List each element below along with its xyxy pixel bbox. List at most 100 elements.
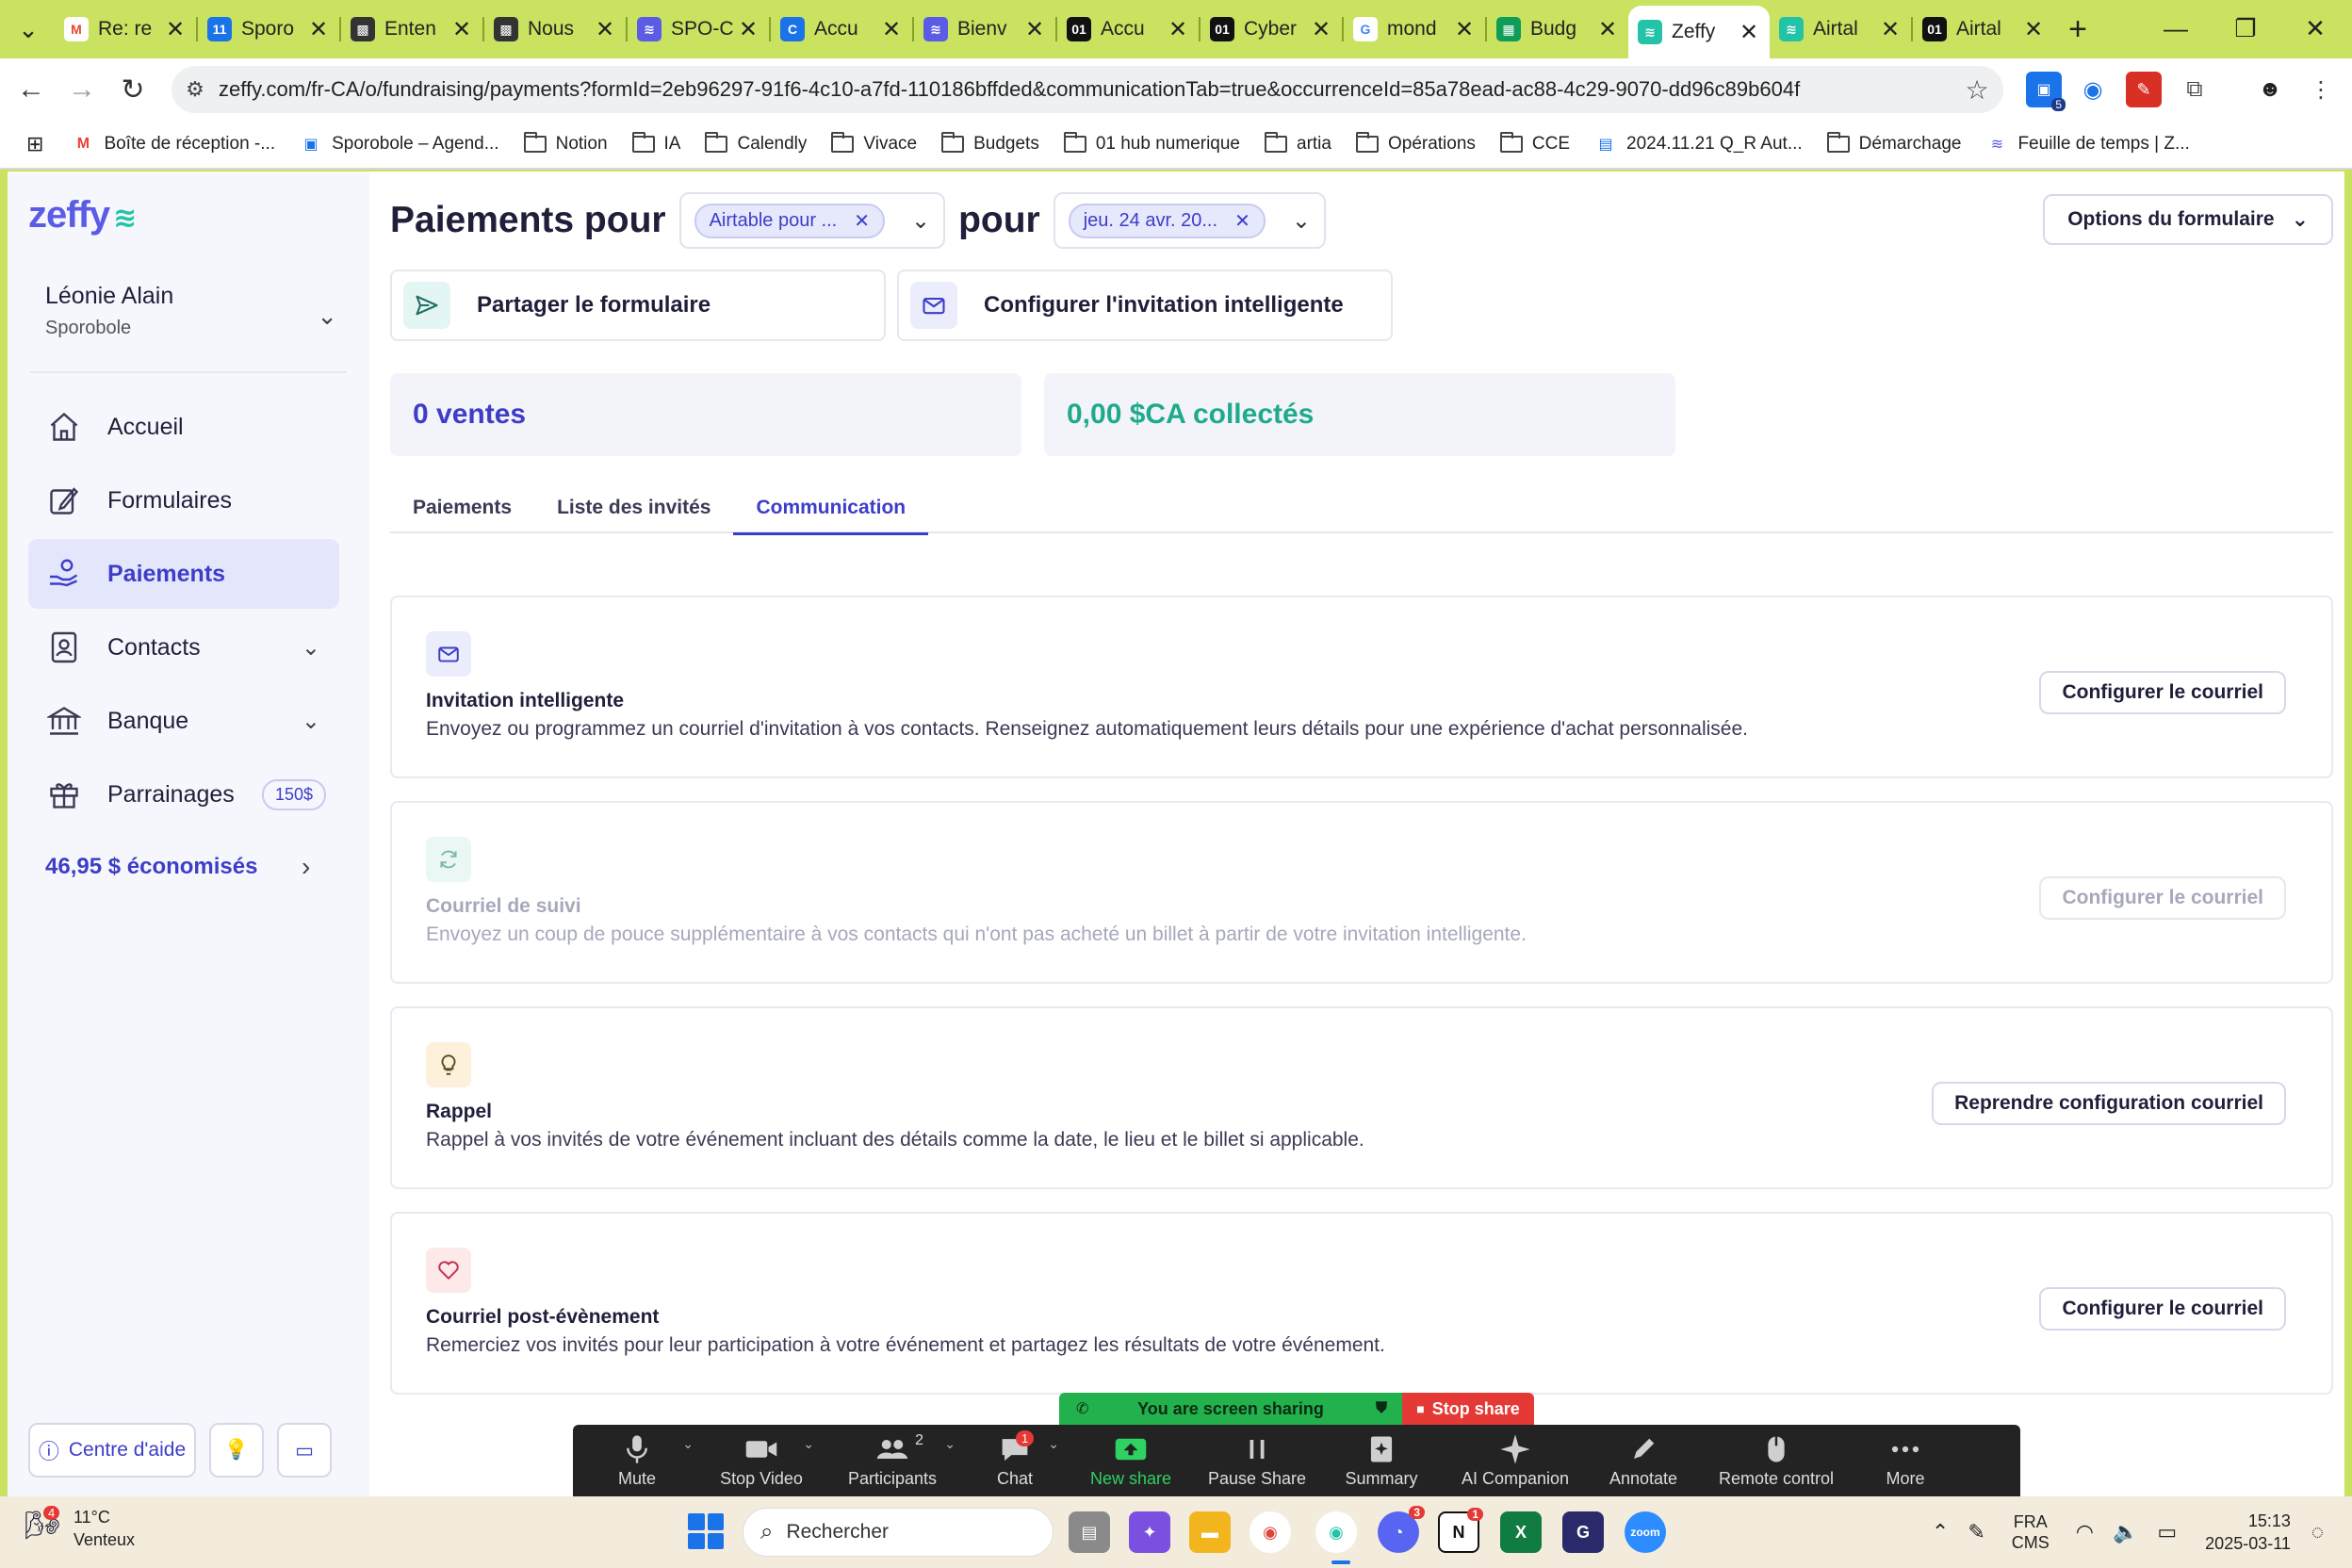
- browser-tab[interactable]: ▩ Nous ✕: [484, 6, 626, 53]
- tab-search-button[interactable]: ⌄: [9, 10, 47, 48]
- zoom-annotate-button[interactable]: Annotate: [1587, 1425, 1700, 1496]
- configure-email-button[interactable]: Reprendre configuration courriel: [1932, 1082, 2286, 1125]
- tab-close-icon[interactable]: ✕: [1738, 19, 1760, 46]
- copilot-icon[interactable]: ✦: [1129, 1511, 1170, 1553]
- tab-close-icon[interactable]: ✕: [307, 16, 330, 43]
- tab-close-icon[interactable]: ✕: [450, 16, 473, 43]
- bookmark-item[interactable]: ▣ Sporobole – Agend...: [300, 134, 499, 155]
- close-window-button[interactable]: ✕: [2280, 0, 2350, 57]
- sidebar-item-paiements[interactable]: Paiements: [28, 539, 339, 609]
- chevron-down-icon[interactable]: ⌄: [911, 207, 930, 235]
- zoom-more-button[interactable]: More: [1853, 1425, 1958, 1496]
- puzzle-icon[interactable]: ⧉: [2177, 72, 2213, 107]
- profile-avatar[interactable]: ☻: [2252, 72, 2288, 107]
- browser-tab[interactable]: ≋ Zeffy ✕: [1628, 6, 1770, 58]
- tab-close-icon[interactable]: ✕: [594, 16, 616, 43]
- tab-close-icon[interactable]: ✕: [2022, 16, 2045, 43]
- bookmark-item[interactable]: M Boîte de réception -...: [72, 134, 275, 155]
- configure-invite-card[interactable]: Configurer l'invitation intelligente: [897, 270, 1393, 341]
- caret-icon[interactable]: ⌄: [1048, 1436, 1059, 1452]
- zoom-summary-button[interactable]: Summary: [1319, 1425, 1444, 1496]
- chevron-down-icon[interactable]: ⌄: [1292, 207, 1311, 235]
- bookmark-item[interactable]: Opérations: [1355, 132, 1476, 155]
- help-center-button[interactable]: ⓘ Centre d'aide: [28, 1423, 196, 1478]
- clock[interactable]: 15:13 2025-03-11: [2205, 1510, 2291, 1555]
- zoom-stop-video-button[interactable]: Stop Video ⌄: [701, 1425, 822, 1496]
- browser-tab[interactable]: ▦ Budg ✕: [1487, 6, 1628, 53]
- presentation-button[interactable]: ▭: [277, 1423, 332, 1478]
- bookmark-item[interactable]: Démarchage: [1826, 132, 1961, 155]
- tab-close-icon[interactable]: ✕: [1453, 16, 1476, 43]
- discord-icon[interactable]: ◔ 3: [1378, 1506, 1425, 1553]
- browser-tab[interactable]: ≋ SPO-C ✕: [628, 6, 769, 53]
- forward-button[interactable]: →: [57, 64, 107, 115]
- caret-icon[interactable]: ⌄: [803, 1436, 814, 1452]
- sidebar-item-contacts[interactable]: Contacts ⌄: [28, 612, 339, 682]
- zoom-icon[interactable]: zoom: [1625, 1511, 1666, 1553]
- account-switcher[interactable]: Léonie Alain Sporobole ⌄: [45, 283, 347, 339]
- pdf-extension-icon[interactable]: ✎: [2126, 72, 2162, 107]
- tab-1[interactable]: Liste des invités: [534, 482, 733, 533]
- share-form-card[interactable]: Partager le formulaire: [390, 270, 886, 341]
- configure-email-button[interactable]: Configurer le courriel: [2039, 1287, 2286, 1331]
- app-g-icon[interactable]: G: [1562, 1511, 1604, 1553]
- browser-tab[interactable]: ≋ Bienv ✕: [914, 6, 1055, 53]
- browser-tab[interactable]: ▩ Enten ✕: [341, 6, 482, 53]
- tab-close-icon[interactable]: ✕: [1596, 16, 1619, 43]
- chrome-extension-icon[interactable]: ◉: [2075, 72, 2111, 107]
- browser-tab[interactable]: 01 Cyber ✕: [1200, 6, 1342, 53]
- tab-close-icon[interactable]: ✕: [1310, 16, 1332, 43]
- caret-icon[interactable]: ⌄: [944, 1436, 956, 1452]
- battery-icon[interactable]: ▭: [2157, 1520, 2177, 1544]
- bookmark-item[interactable]: Calendly: [705, 132, 807, 155]
- tab-close-icon[interactable]: ✕: [737, 16, 760, 43]
- back-button[interactable]: ←: [6, 64, 57, 115]
- chevron-right-icon[interactable]: ›: [302, 852, 310, 882]
- site-info-icon[interactable]: ⚙: [172, 77, 219, 102]
- lightbulb-button[interactable]: 💡: [209, 1423, 264, 1478]
- caret-icon[interactable]: ⌄: [682, 1436, 694, 1452]
- bookmark-item[interactable]: ≋ Feuille de temps | Z...: [1985, 134, 2190, 155]
- zoom-ai-companion-button[interactable]: AI Companion: [1444, 1425, 1587, 1496]
- bookmark-item[interactable]: Vivace: [831, 132, 917, 155]
- chrome-icon[interactable]: ◉: [1250, 1511, 1291, 1553]
- sidebar-item-banque[interactable]: Banque ⌄: [28, 686, 339, 756]
- browser-tab[interactable]: 11 Sporo ✕: [198, 6, 339, 53]
- sidebar-item-accueil[interactable]: Accueil: [28, 392, 339, 462]
- new-tab-button[interactable]: +: [2054, 11, 2101, 48]
- zeffy-logo[interactable]: zeffy ≋: [28, 194, 137, 237]
- chevron-up-icon[interactable]: ⌃: [1932, 1520, 1949, 1544]
- tab-close-icon[interactable]: ✕: [1167, 16, 1189, 43]
- bookmark-item[interactable]: ▤ 2024.11.21 Q_R Aut...: [1594, 134, 1802, 155]
- menu-kebab-icon[interactable]: ⋮: [2303, 72, 2339, 107]
- browser-tab[interactable]: ≋ Airtal ✕: [1770, 6, 1911, 53]
- bookmark-item[interactable]: IA: [631, 132, 680, 155]
- start-button[interactable]: [688, 1513, 724, 1549]
- wifi-icon[interactable]: ◠: [2076, 1520, 2094, 1544]
- bookmark-item[interactable]: 01 hub numerique: [1063, 132, 1240, 155]
- zoom-mute-button[interactable]: Mute ⌄: [573, 1425, 701, 1496]
- zoom-remote-control-button[interactable]: Remote control: [1700, 1425, 1853, 1496]
- form-options-button[interactable]: Options du formulaire ⌄: [2043, 194, 2333, 245]
- notion-icon[interactable]: N1: [1438, 1508, 1483, 1553]
- excel-icon[interactable]: X: [1500, 1511, 1542, 1553]
- address-bar[interactable]: ⚙ zeffy.com/fr-CA/o/fundraising/payments…: [172, 66, 2003, 113]
- tab-close-icon[interactable]: ✕: [1879, 16, 1902, 43]
- bookmark-item[interactable]: artia: [1265, 132, 1331, 155]
- notification-icon[interactable]: ◌: [2311, 1520, 2324, 1544]
- tab-close-icon[interactable]: ✕: [164, 16, 187, 43]
- zoom-new-share-button[interactable]: New share: [1067, 1425, 1195, 1496]
- tab-0[interactable]: Paiements: [390, 482, 534, 533]
- bookmark-item[interactable]: Budgets: [941, 132, 1039, 155]
- tab-close-icon[interactable]: ✕: [880, 16, 903, 43]
- chrome-profile-icon[interactable]: ◉: [1315, 1511, 1357, 1553]
- volume-icon[interactable]: 🔈: [2113, 1520, 2138, 1544]
- form-select[interactable]: Airtable pour ... ✕ ⌄: [678, 192, 946, 249]
- task-view-icon[interactable]: ▤: [1069, 1511, 1110, 1553]
- restore-button[interactable]: ❐: [2211, 0, 2280, 57]
- browser-tab[interactable]: 01 Airtal ✕: [1913, 6, 2054, 53]
- bookmark-item[interactable]: Notion: [523, 132, 608, 155]
- date-select[interactable]: jeu. 24 avr. 20... ✕ ⌄: [1053, 192, 1326, 249]
- pen-tray-icon[interactable]: ✎: [1968, 1520, 1984, 1544]
- language-indicator[interactable]: FRA CMS: [2012, 1511, 2050, 1553]
